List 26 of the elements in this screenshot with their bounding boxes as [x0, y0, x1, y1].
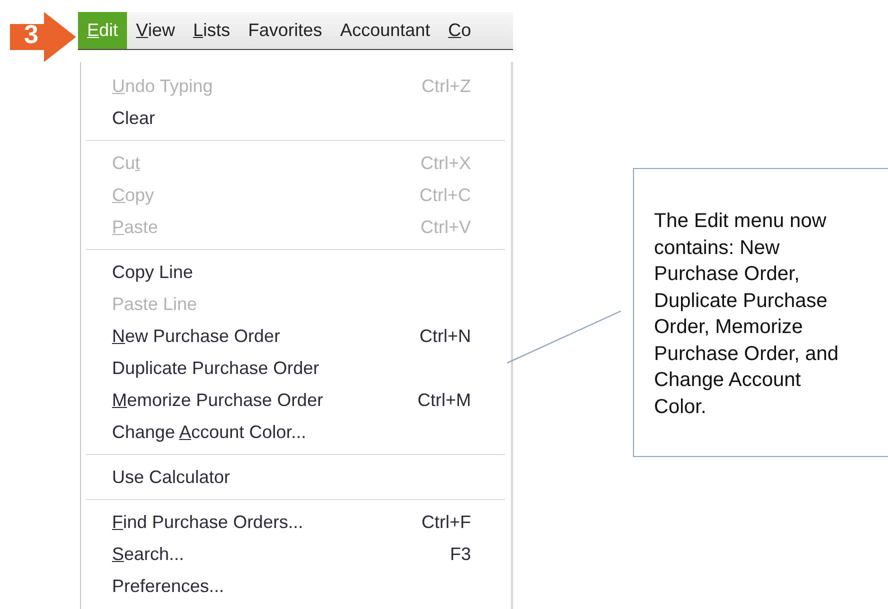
menu-bar-item[interactable]: View — [127, 12, 184, 49]
menu-bar-item[interactable]: Lists — [184, 12, 240, 49]
shortcut-label: Ctrl+N — [419, 326, 471, 346]
menu-item[interactable]: Use Calculator — [86, 461, 505, 493]
menu-item[interactable]: Search... F3 — [86, 538, 505, 570]
step-number: 3 — [24, 21, 38, 47]
menu-item[interactable]: Duplicate Purchase Order — [86, 352, 505, 384]
shortcut-label: Ctrl+V — [420, 216, 471, 238]
menu-item[interactable]: Clear — [86, 102, 505, 134]
shortcut-label: Ctrl+Z — [422, 76, 471, 96]
menu-item[interactable]: Copy Line — [86, 256, 505, 288]
menu-bar-item[interactable]: Co — [439, 12, 480, 49]
shortcut-label: Ctrl+M — [418, 390, 471, 410]
shortcut-label: Ctrl+X — [420, 152, 471, 174]
menu-item[interactable]: New Purchase Order Ctrl+N — [86, 320, 505, 352]
callout-text: The Edit menu now contains: New Purchase Order, Duplicate Purchase Order, Memorize Purchase Order, and Change Account Color. — [654, 209, 840, 420]
shortcut-label: Ctrl+C — [419, 184, 471, 206]
menu-bar-item[interactable]: Accountant — [331, 12, 440, 49]
shortcut-label: F3 — [450, 544, 471, 564]
menu-item[interactable]: Preferences... — [86, 570, 505, 602]
menu-item[interactable]: Find Purchase Orders... Ctrl+F — [86, 506, 505, 538]
arrow-badge-icon — [10, 12, 76, 62]
menu-item[interactable]: Memorize Purchase Order Ctrl+M — [86, 384, 505, 416]
shortcut-label: Ctrl+F — [422, 512, 471, 532]
menu-bar-item[interactable]: Favorites — [239, 12, 332, 49]
menu-item[interactable]: Change Account Color... — [86, 416, 505, 448]
